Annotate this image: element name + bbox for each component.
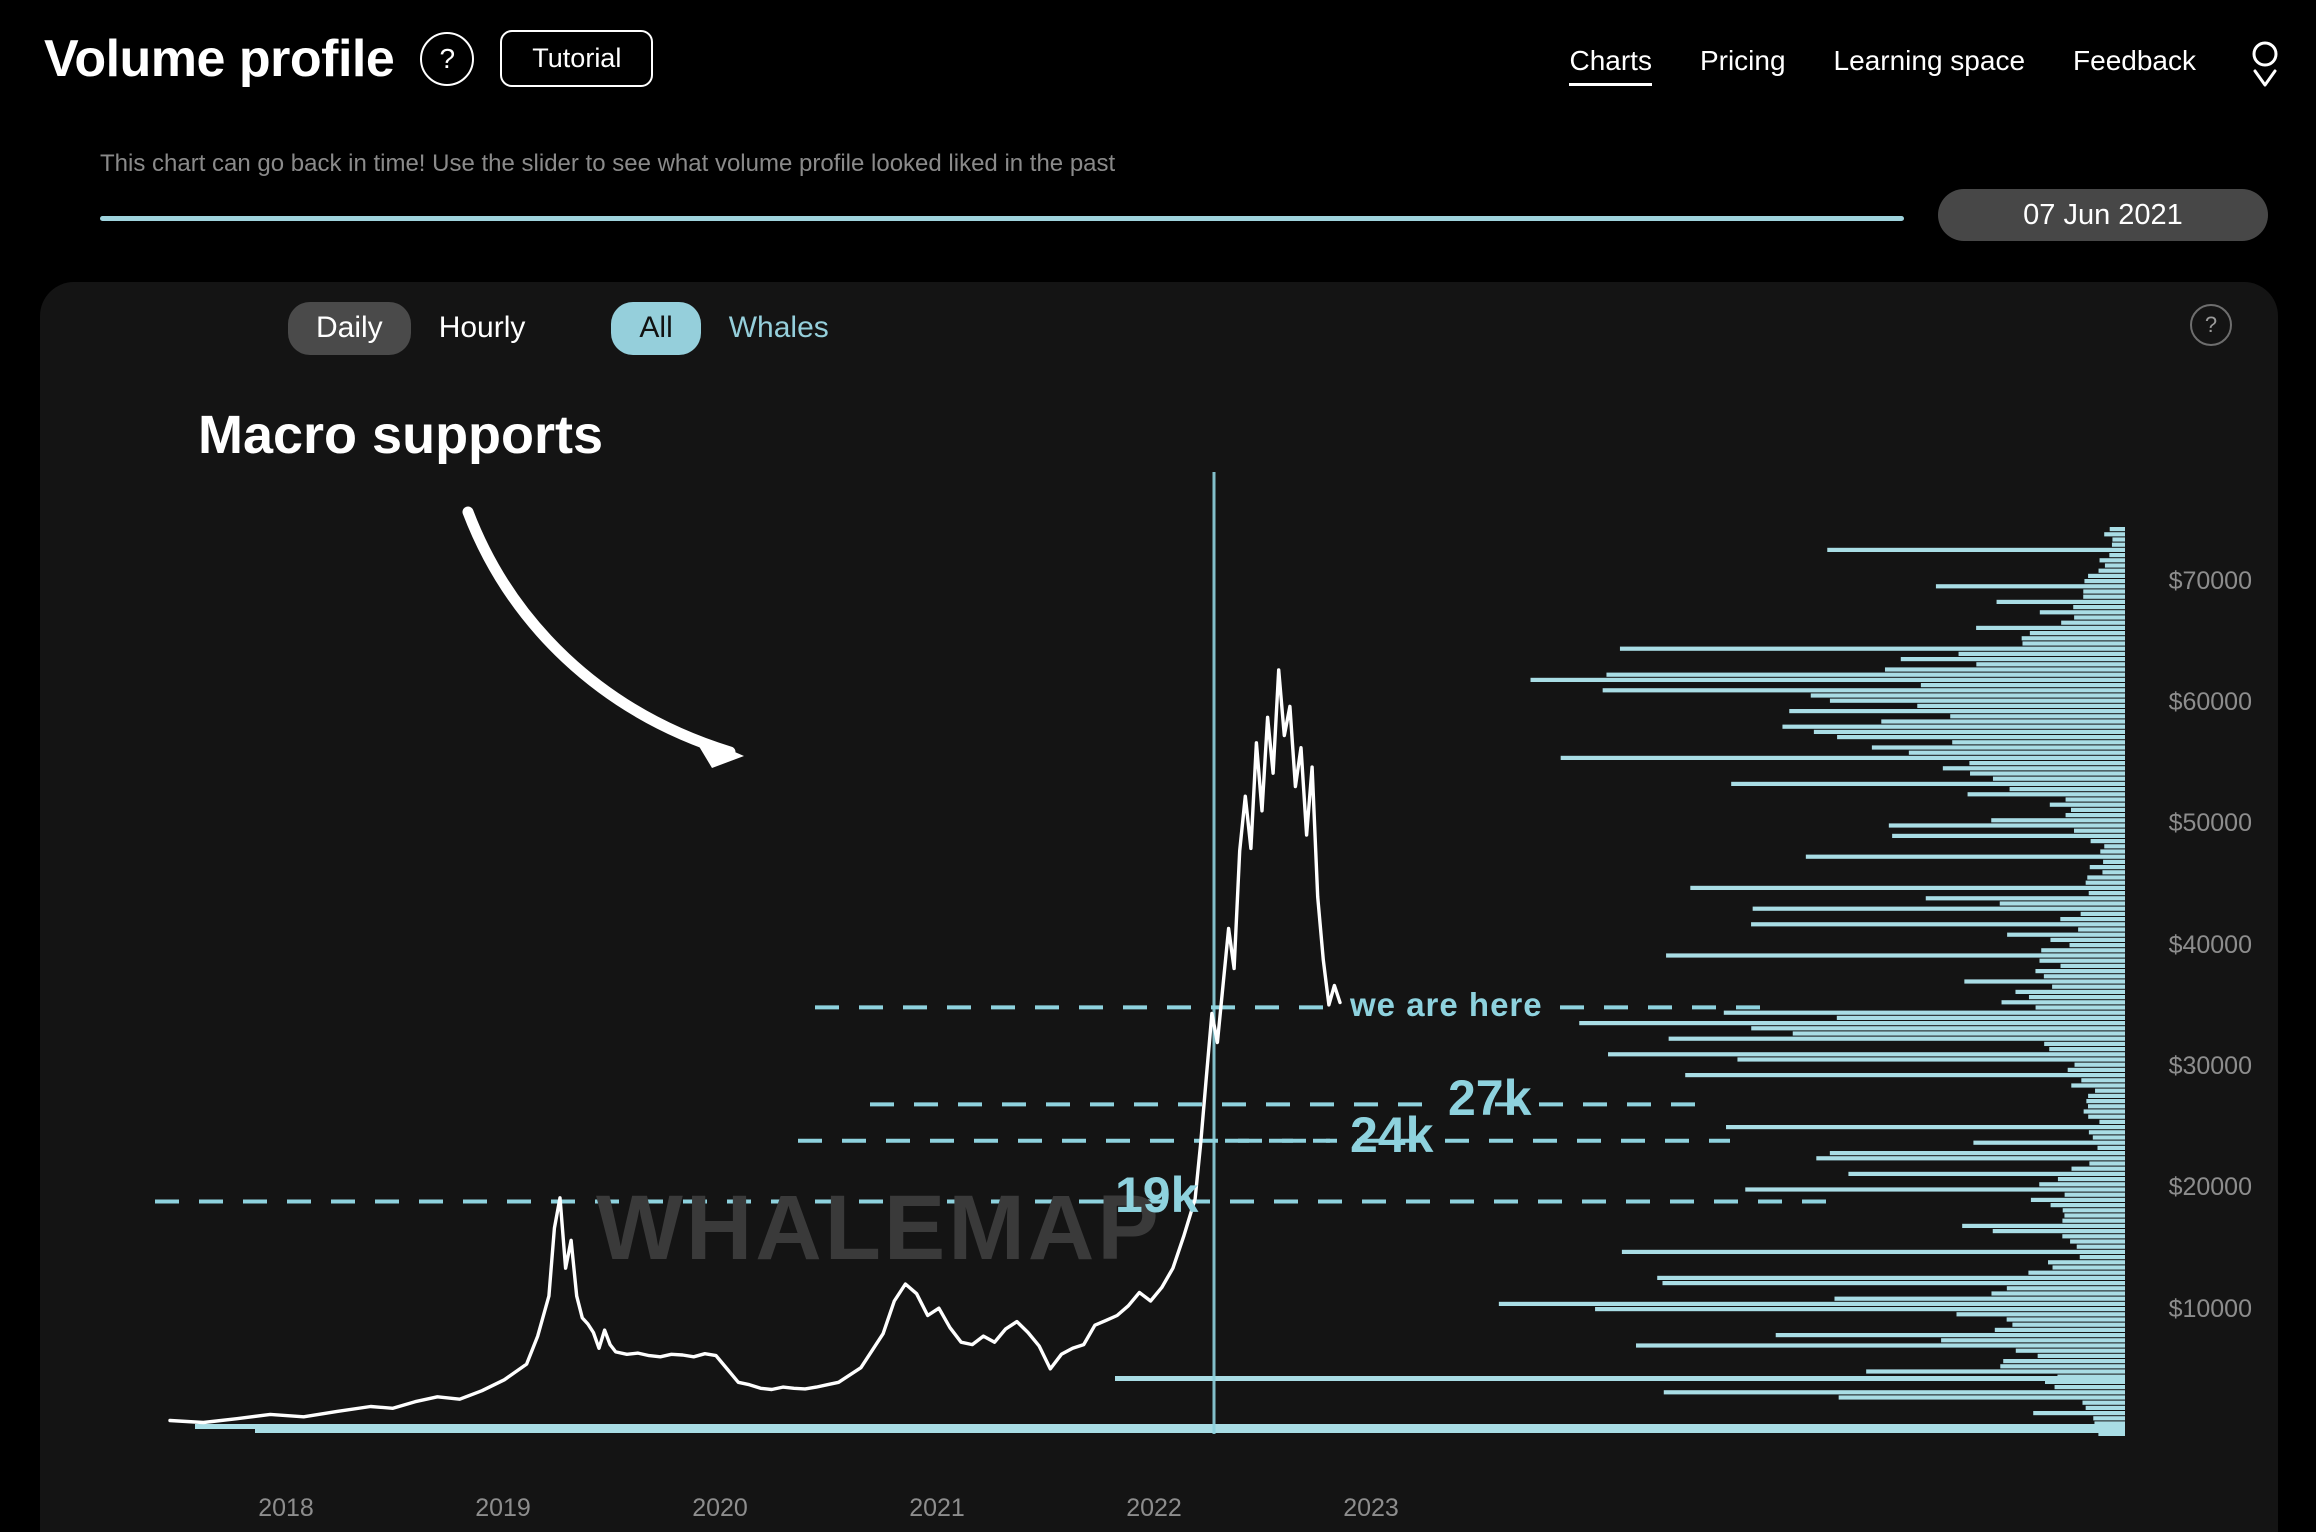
selected-date-badge[interactable]: 07 Jun 2021 [1938,189,2268,241]
main-nav: Charts Pricing Learning space Feedback [1569,40,2282,90]
y-tick-70000: $70000 [2168,566,2252,595]
y-tick-50000: $50000 [2168,809,2252,838]
y-tick-10000: $10000 [2168,1294,2252,1323]
x-tick-2023: 2023 [1343,1494,1399,1522]
chart-card: Daily Hourly All Whales ? WHALEMAP Macro… [40,282,2278,1532]
x-tick-2019: 2019 [475,1494,531,1522]
x-tick-2020: 2020 [692,1494,748,1522]
title-help-icon[interactable]: ? [420,31,475,86]
app-root: Volume profile ? Tutorial Charts Pricing… [0,0,2316,1532]
help-glyph: ? [439,42,456,74]
slider-track[interactable] [100,216,1904,221]
y-tick-60000: $60000 [2168,688,2252,716]
nav-item-feedback[interactable]: Feedback [2073,45,2196,86]
macro-supports-label: Macro supports [198,405,604,465]
macro-supports-arrow-icon [462,506,744,768]
y-tick-30000: $30000 [2168,1052,2252,1080]
x-tick-2018: 2018 [258,1494,314,1522]
app-header: Volume profile ? Tutorial Charts Pricing… [0,0,2316,130]
time-slider[interactable] [100,196,2000,242]
annotation-24k: 24k [1350,1106,1434,1163]
nav-item-pricing[interactable]: Pricing [1700,45,1786,86]
slider-help-text: This chart can go back in time! Use the … [100,150,1116,177]
tutorial-button[interactable]: Tutorial [500,30,654,87]
y-tick-20000: $20000 [2168,1173,2252,1202]
annotation-19k: 19k [1115,1167,1199,1224]
nav-item-charts[interactable]: Charts [1569,45,1653,86]
price-line-series [168,668,1342,1425]
account-chevron-icon[interactable] [2248,40,2282,90]
y-tick-40000: $40000 [2168,930,2252,959]
annotation-27k: 27k [1448,1070,1532,1127]
volume-profile-histogram [195,527,2125,1436]
title-group: Volume profile ? Tutorial [44,29,654,88]
x-tick-2022: 2022 [1126,1494,1182,1522]
x-tick-2021: 2021 [909,1494,965,1522]
annotation-we-are-here: we are here [1350,986,1543,1024]
chart-canvas [155,472,2125,1436]
page-title: Volume profile [44,29,395,88]
nav-item-learning-space[interactable]: Learning space [1834,45,2025,86]
volume-profile-chart[interactable]: WHALEMAP Macro supports we are here 27k … [40,282,2278,1532]
